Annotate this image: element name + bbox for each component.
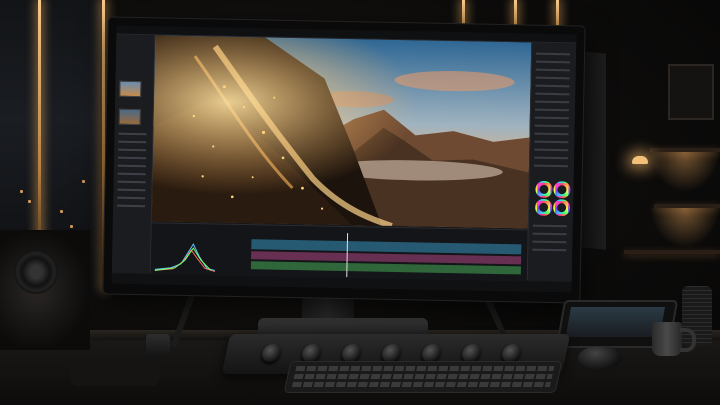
control-knob[interactable] (500, 344, 523, 362)
panel-row[interactable] (535, 60, 570, 64)
panel-row[interactable] (117, 156, 147, 160)
color-wheel[interactable] (553, 181, 571, 199)
color-wheel[interactable] (534, 198, 553, 217)
computer-mouse[interactable] (578, 346, 622, 370)
panel-row[interactable] (535, 84, 570, 88)
color-inspector-panel (526, 42, 577, 282)
control-knob[interactable] (420, 344, 443, 362)
panel-row[interactable] (117, 172, 146, 176)
panel-row[interactable] (117, 204, 146, 208)
wall-shelf (624, 250, 720, 254)
panel-row[interactable] (534, 156, 569, 160)
keyboard[interactable] (284, 362, 562, 392)
panel-row[interactable] (118, 132, 147, 136)
panel-row[interactable] (534, 140, 569, 144)
monitor-screen (111, 25, 577, 293)
cables (70, 362, 160, 386)
control-knob[interactable] (340, 344, 363, 362)
mug-handle (680, 328, 696, 352)
control-knob[interactable] (460, 344, 483, 362)
desk-lamp (632, 156, 648, 164)
timeline-scopes-panel (150, 222, 529, 282)
workspace-scene (0, 0, 720, 405)
color-wheel[interactable] (552, 199, 571, 217)
media-browser-panel (111, 34, 156, 274)
key-row[interactable] (295, 366, 555, 371)
panel-row[interactable] (532, 240, 567, 244)
panel-row[interactable] (534, 116, 569, 120)
panel-row[interactable] (534, 148, 569, 152)
wall-picture-frame (668, 64, 714, 120)
panel-row[interactable] (535, 68, 570, 72)
camera-lens (14, 250, 58, 294)
panel-row[interactable] (534, 124, 569, 128)
clip-thumbnail[interactable] (119, 80, 142, 98)
clip-thumbnail[interactable] (118, 108, 141, 126)
panel-row[interactable] (534, 132, 569, 136)
panel-row[interactable] (535, 100, 570, 104)
panel-row[interactable] (535, 76, 570, 80)
waveform-scope (150, 223, 529, 282)
color-wheel[interactable] (535, 180, 553, 199)
panel-row[interactable] (117, 180, 146, 184)
tablet-screen (565, 307, 665, 337)
panel-row[interactable] (117, 164, 146, 168)
landscape-image (151, 35, 532, 229)
panel-row[interactable] (534, 108, 570, 112)
control-knob[interactable] (380, 344, 403, 362)
monitor (103, 17, 585, 303)
panel-row[interactable] (117, 188, 146, 192)
panel-row[interactable] (532, 248, 567, 252)
panel-row[interactable] (536, 52, 571, 56)
panel-row[interactable] (117, 196, 146, 200)
shelf-glow (650, 152, 720, 192)
panel-row[interactable] (533, 164, 568, 168)
panel-row[interactable] (535, 92, 570, 96)
audio-jack-device (146, 334, 170, 358)
key-row[interactable] (293, 374, 553, 379)
panel-row[interactable] (118, 148, 147, 152)
coffee-mug (652, 322, 682, 356)
video-viewer[interactable] (151, 35, 532, 229)
shelf-glow (650, 208, 720, 248)
control-knob[interactable] (300, 344, 323, 362)
control-knob[interactable] (260, 344, 283, 362)
panel-row[interactable] (118, 140, 147, 144)
panel-row[interactable] (532, 224, 567, 228)
panel-row[interactable] (532, 232, 567, 236)
key-row[interactable] (291, 382, 551, 387)
